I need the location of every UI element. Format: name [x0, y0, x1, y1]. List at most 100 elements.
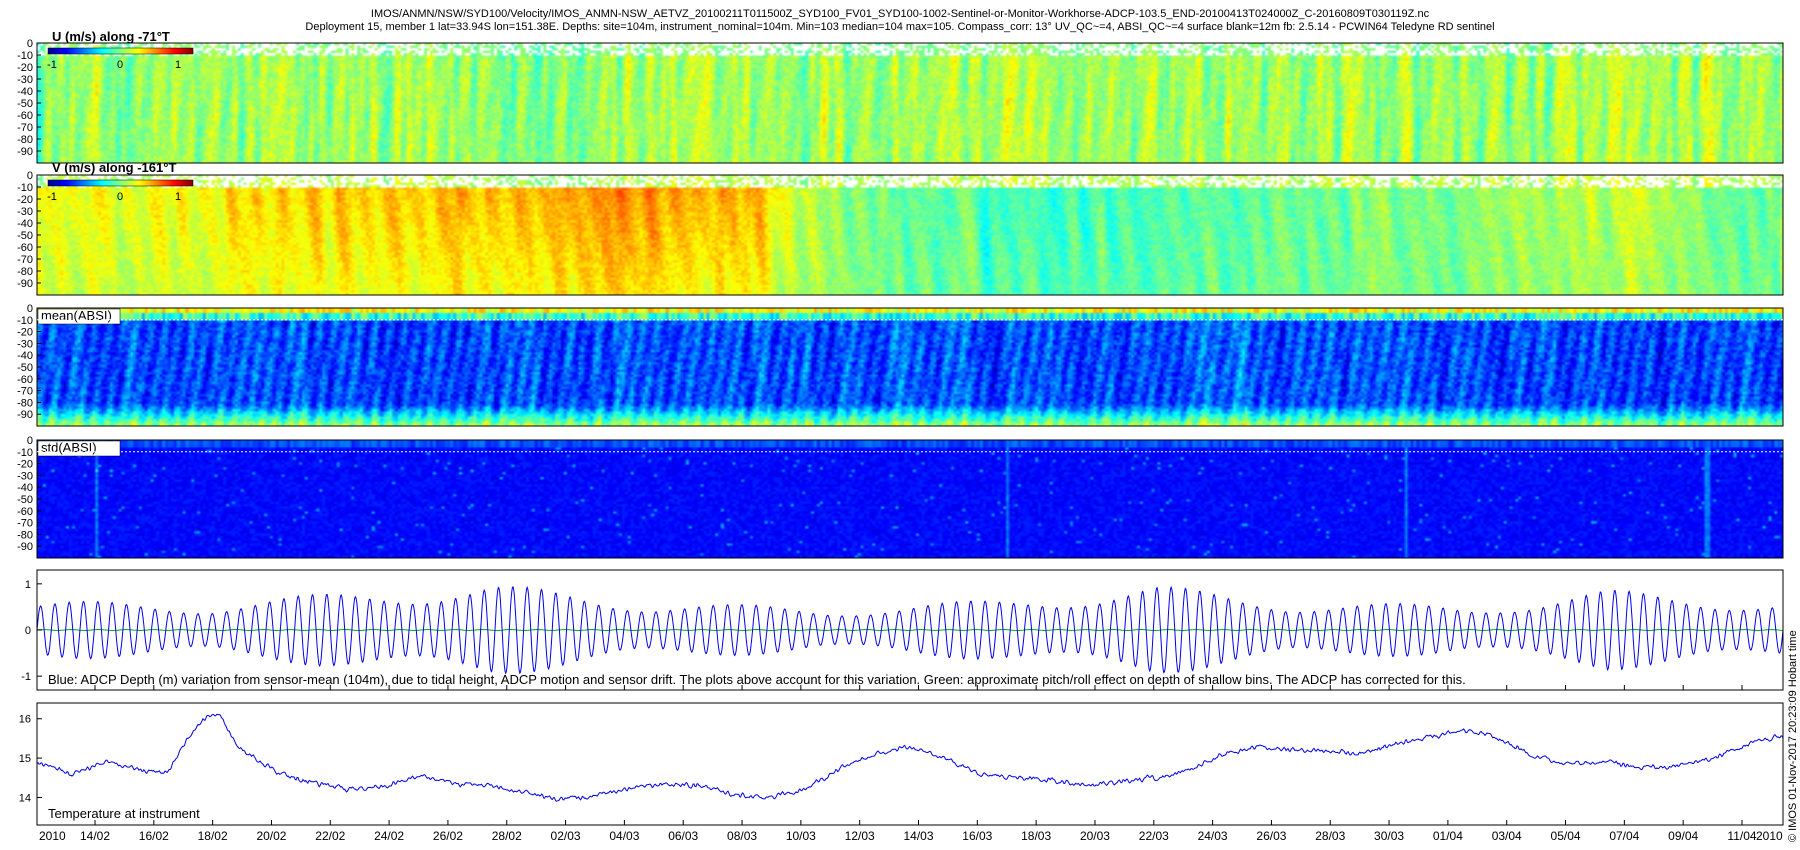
ytick-label: -80: [17, 397, 33, 409]
v-velocity-label: V (m/s) along -161°T: [52, 160, 176, 175]
panel-temperature: 16 15 14 Temperature at instrument: [19, 702, 1784, 826]
mean-absi-label: mean(ABSI): [41, 308, 112, 323]
ytick-label: -60: [17, 242, 33, 254]
colorbar-tick-label: 0: [117, 191, 123, 203]
colorbar-tick-label: 1: [175, 59, 181, 71]
xtick-label: 01/04: [1433, 829, 1463, 843]
ytick-label: 0: [27, 303, 33, 315]
xtick-label: 24/02: [374, 829, 404, 843]
ytick-label: -1: [21, 671, 31, 683]
panel-depth-variation: 1 0 -1 Blue: ADCP Depth (m) variation from…: [21, 569, 1784, 691]
ytick-label: -50: [17, 494, 33, 506]
ytick-label: -60: [17, 374, 33, 386]
x-axis-start-year: 2010: [39, 829, 66, 843]
ytick-label: -90: [17, 278, 33, 290]
ytick-label: -90: [17, 409, 33, 421]
colorbar-tick-label: 0: [117, 59, 123, 71]
depth-caption: Blue: ADCP Depth (m) variation from sens…: [48, 672, 1466, 687]
x-axis-end-year: 2010: [1756, 829, 1783, 843]
temperature-frame-bg: [37, 703, 1783, 825]
ytick-label: 0: [27, 435, 33, 447]
ytick-label: -50: [17, 98, 33, 110]
ytick-label: -50: [17, 230, 33, 242]
panel-u-velocity: 0-10-20-30-40-50-60-70-80-90 U (m/s) alo…: [17, 29, 1784, 164]
xtick-label: 16/02: [139, 829, 169, 843]
xtick-label: 28/03: [1315, 829, 1345, 843]
panel-std-absi: 0-10-20-30-40-50-60-70-80-90 std(ABSI): [17, 435, 1784, 559]
v-colorbar: [47, 179, 194, 187]
ytick-label: 14: [19, 792, 31, 804]
xtick-label: 04/03: [609, 829, 639, 843]
panel-v-velocity: 0-10-20-30-40-50-60-70-80-90 V (m/s) alo…: [17, 160, 1784, 296]
xtick-label: 10/03: [786, 829, 816, 843]
xtick-label: 28/02: [492, 829, 522, 843]
xtick-label: 18/02: [198, 829, 228, 843]
xtick-label: 06/03: [668, 829, 698, 843]
temperature-caption: Temperature at instrument: [48, 806, 200, 821]
ytick-label: -60: [17, 110, 33, 122]
ytick-label: 0: [27, 170, 33, 182]
ytick-label: -70: [17, 386, 33, 398]
u-velocity-heatmap: [37, 43, 1783, 163]
xtick-label: 18/03: [1021, 829, 1051, 843]
v-velocity-heatmap: [37, 175, 1783, 295]
xtick-label: 22/02: [315, 829, 345, 843]
ytick-label: -20: [17, 194, 33, 206]
ytick-label: -80: [17, 529, 33, 541]
xtick-label: 26/03: [1256, 829, 1286, 843]
xtick-label: 02/03: [551, 829, 581, 843]
ytick-label: 16: [19, 714, 31, 726]
xtick-label: 20/03: [1080, 829, 1110, 843]
ytick-label: -70: [17, 518, 33, 530]
xtick-label: 26/02: [433, 829, 463, 843]
ytick-label: -40: [17, 86, 33, 98]
ytick-label: -30: [17, 338, 33, 350]
ytick-label: -70: [17, 254, 33, 266]
ytick-label: -40: [17, 350, 33, 362]
u-colorbar: [47, 47, 194, 55]
xtick-label: 12/03: [845, 829, 875, 843]
xtick-label: 16/03: [962, 829, 992, 843]
u-velocity-label: U (m/s) along -71°T: [52, 29, 170, 44]
xtick-label: 11/04: [1727, 829, 1756, 843]
xtick-label: 03/04: [1492, 829, 1522, 843]
ytick-label: -10: [17, 315, 33, 327]
ytick-label: -30: [17, 470, 33, 482]
mean-absi-heatmap: [37, 308, 1783, 426]
ytick-label: -20: [17, 327, 33, 339]
ytick-label: -10: [17, 50, 33, 62]
std-absi-heatmap: [37, 440, 1783, 558]
ytick-label: -20: [17, 62, 33, 74]
colorbar-tick-label: 1: [175, 191, 181, 203]
ytick-label: -90: [17, 146, 33, 158]
ytick-label: -90: [17, 541, 33, 553]
ytick-label: 0: [27, 38, 33, 50]
ytick-label: -10: [17, 182, 33, 194]
xtick-label: 24/03: [1198, 829, 1228, 843]
ytick-label: 0: [25, 625, 31, 637]
std-absi-label: std(ABSI): [41, 440, 97, 455]
ytick-label: -80: [17, 266, 33, 278]
ytick-label: -30: [17, 206, 33, 218]
ytick-label: -70: [17, 122, 33, 134]
colorbar-tick-label: -1: [47, 191, 57, 203]
xtick-label: 20/02: [256, 829, 286, 843]
ytick-label: -20: [17, 459, 33, 471]
xtick-label: 05/04: [1551, 829, 1581, 843]
ytick-label: -10: [17, 447, 33, 459]
panel-mean-absi: 0-10-20-30-40-50-60-70-80-90 mean(ABSI): [17, 303, 1784, 427]
ytick-label: 1: [25, 579, 31, 591]
xtick-label: 08/03: [727, 829, 757, 843]
ytick-label: -80: [17, 134, 33, 146]
xtick-label: 22/03: [1139, 829, 1169, 843]
ytick-label: -30: [17, 74, 33, 86]
ytick-label: 15: [19, 753, 31, 765]
side-credit-text: © IMOS 01-Nov-2017 20:23:09 Hobart time: [1787, 630, 1799, 842]
ytick-label: -50: [17, 362, 33, 374]
ytick-label: -40: [17, 218, 33, 230]
ytick-label: -40: [17, 482, 33, 494]
colorbar-tick-label: -1: [47, 59, 57, 71]
xtick-label: 14/02: [80, 829, 110, 843]
figure-canvas: 0-10-20-30-40-50-60-70-80-90 U (m/s) alo…: [17, 29, 1799, 843]
xtick-label: 07/04: [1609, 829, 1639, 843]
